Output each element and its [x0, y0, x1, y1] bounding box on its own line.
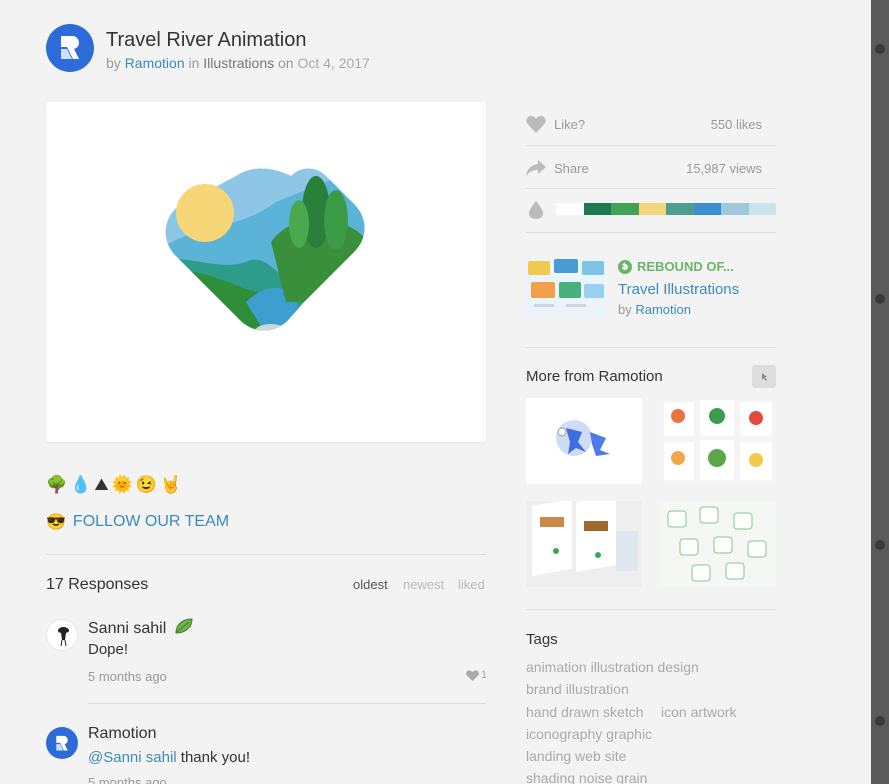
tag-link[interactable]: shading noise grain [526, 770, 647, 784]
palette-swatch[interactable] [638, 203, 666, 215]
sun-emoji: 🌞 [111, 475, 133, 494]
thumbnail-image [660, 398, 776, 484]
share-label[interactable]: Share [554, 161, 589, 176]
author-link[interactable]: Ramotion [125, 55, 185, 71]
share-row[interactable]: Share 15,987 views [526, 159, 776, 179]
heart-icon [466, 669, 479, 681]
tag-link[interactable]: brand illustration [526, 681, 629, 697]
comment-time: 5 months ago [88, 775, 167, 784]
likes-count[interactable]: 550 likes [711, 117, 762, 132]
palette-swatch[interactable] [611, 203, 639, 215]
tag-link[interactable]: hand drawn sketch [526, 704, 644, 720]
rebound-byline: by Ramotion [618, 302, 691, 317]
more-shots-button[interactable] [752, 365, 776, 388]
more-from-title: More from Ramotion [526, 368, 663, 385]
divider [526, 188, 776, 189]
description-emojis: 🌳 💧 ⛰ 🌞 😉 🤘 [46, 475, 181, 495]
rebound-thumbnail[interactable] [526, 258, 606, 318]
heart-icon [526, 115, 546, 133]
like-row[interactable]: Like? 550 likes [526, 115, 776, 135]
thumbnail-image [660, 501, 776, 587]
shot-byline: by Ramotion in Illustrations on Oct 4, 2… [106, 55, 370, 71]
sort-newest[interactable]: newest [403, 577, 444, 592]
color-palette [556, 203, 776, 215]
side-panel-edge [871, 0, 889, 784]
author-avatar[interactable] [46, 24, 94, 72]
leaf-icon [175, 618, 193, 634]
commenter-avatar[interactable] [46, 727, 78, 759]
cursor-icon [762, 372, 767, 381]
palette-swatch[interactable] [721, 203, 749, 215]
like-label[interactable]: Like? [554, 117, 585, 132]
shot-thumbnail[interactable] [660, 501, 776, 587]
tag-link[interactable]: iconography graphic [526, 726, 652, 742]
ramotion-logo-icon [56, 735, 68, 750]
follow-team-link[interactable]: FOLLOW OUR TEAM [73, 513, 229, 531]
shot-thumbnail[interactable] [660, 398, 776, 484]
mention-link[interactable]: @Sanni sahil [88, 749, 177, 766]
comment-like-count: 1 [481, 669, 488, 681]
palette-swatch[interactable] [748, 203, 776, 215]
divider [526, 609, 776, 610]
comment-text: @Sanni sahil thank you! [88, 749, 250, 766]
comment-text: Dope! [88, 641, 129, 658]
droplet-emoji: 💧 [70, 475, 92, 494]
comment-author: Sanni sahil [88, 617, 194, 638]
palette-swatch[interactable] [556, 203, 584, 215]
tree-emoji: 🌳 [46, 475, 68, 494]
commenter-avatar[interactable] [46, 619, 78, 651]
palette-swatch[interactable] [666, 203, 694, 215]
rebound-title-link[interactable]: Travel Illustrations [618, 281, 739, 298]
category-link[interactable]: Illustrations [203, 55, 274, 71]
divider [526, 232, 776, 233]
comment-like[interactable]: 1 [466, 669, 487, 681]
mountain-emoji: ⛰ [94, 475, 109, 494]
palette-swatch[interactable] [583, 203, 611, 215]
tag-link[interactable]: animation illustration design [526, 659, 699, 675]
shot-thumbnail[interactable] [526, 501, 642, 587]
sunglasses-emoji: 😎 [46, 514, 66, 531]
comment-time: 5 months ago [88, 669, 167, 684]
tag-link[interactable]: icon artwork [661, 704, 736, 720]
palette-swatch[interactable] [693, 203, 721, 215]
shot-image[interactable] [46, 102, 486, 442]
sort-oldest[interactable]: oldest [353, 577, 388, 592]
follow-team: 😎 FOLLOW OUR TEAM [46, 512, 229, 532]
byline-in: in [188, 55, 200, 71]
responses-count: 17 Responses [46, 576, 149, 593]
rebound-preview-image [526, 258, 606, 318]
rebound-by: by [618, 302, 632, 317]
wink-emoji: 😉 [135, 475, 157, 494]
sort-liked[interactable]: liked [458, 577, 485, 592]
shot-title: Travel River Animation [106, 29, 307, 51]
views-count: 15,987 views [686, 161, 762, 176]
tags-title: Tags [526, 631, 558, 648]
rebound-icon [618, 259, 632, 274]
comment-author-name[interactable]: Sanni sahil [88, 620, 166, 637]
river-illustration [165, 168, 365, 331]
divider [46, 554, 486, 555]
divider [88, 703, 486, 704]
face-sketch-icon [58, 627, 69, 647]
comment-author-name[interactable]: Ramotion [88, 725, 156, 743]
rebound-author-link[interactable]: Ramotion [635, 302, 691, 317]
rock-hand-emoji: 🤘 [159, 475, 182, 494]
thumbnail-image [526, 501, 642, 587]
tag-link[interactable]: landing web site [526, 748, 626, 764]
shot-date: Oct 4, 2017 [297, 55, 370, 71]
divider [526, 347, 776, 348]
rebound-label: REBOUND OF... [618, 259, 734, 274]
rebound-label-text: REBOUND OF... [637, 259, 734, 274]
share-arrow-icon [526, 160, 546, 176]
byline-on: on [278, 55, 294, 71]
divider [526, 145, 776, 146]
color-drop-icon [529, 201, 543, 219]
comment-body: thank you! [180, 749, 250, 766]
byline-by: by [106, 55, 121, 71]
ramotion-logo-icon [61, 36, 79, 59]
shot-thumbnail[interactable] [526, 398, 642, 484]
thumbnail-image [526, 398, 642, 484]
